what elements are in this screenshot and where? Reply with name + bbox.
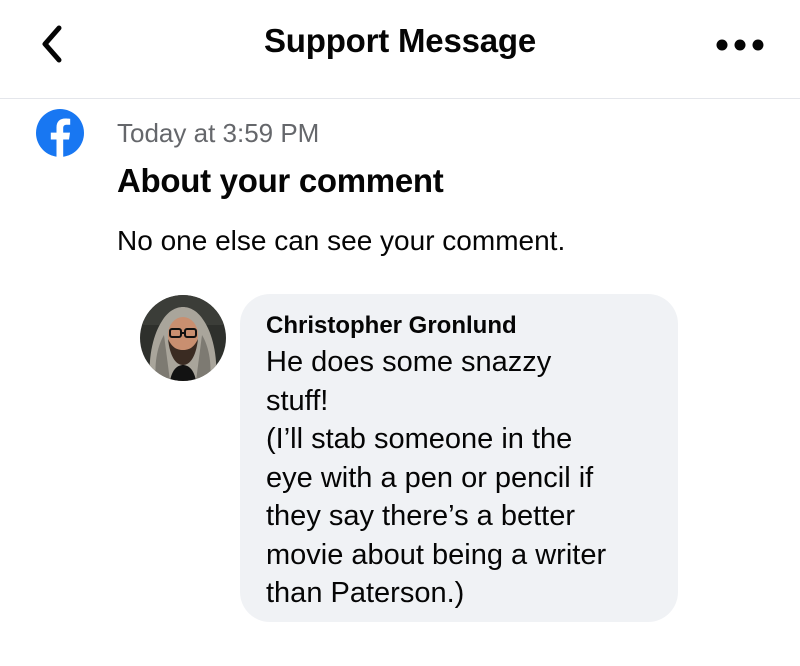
comment-author[interactable]: Christopher Gronlund bbox=[266, 313, 658, 339]
avatar bbox=[140, 295, 226, 381]
more-options-button[interactable] bbox=[710, 30, 770, 60]
message-body: No one else can see your comment. bbox=[117, 225, 566, 256]
page-title: Support Message bbox=[263, 22, 537, 59]
more-horizontal-icon bbox=[716, 39, 764, 51]
comment-text: He does some snazzy stuff! (I’ll stab so… bbox=[266, 346, 607, 609]
message-title: About your comment bbox=[117, 162, 444, 199]
facebook-logo-icon bbox=[36, 109, 84, 157]
top-navigation-bar: Support Message bbox=[0, 0, 800, 99]
comment-bubble: Christopher Gronlund He does some snazzy… bbox=[240, 294, 678, 622]
message-timestamp: Today at 3:59 PM bbox=[117, 118, 320, 148]
